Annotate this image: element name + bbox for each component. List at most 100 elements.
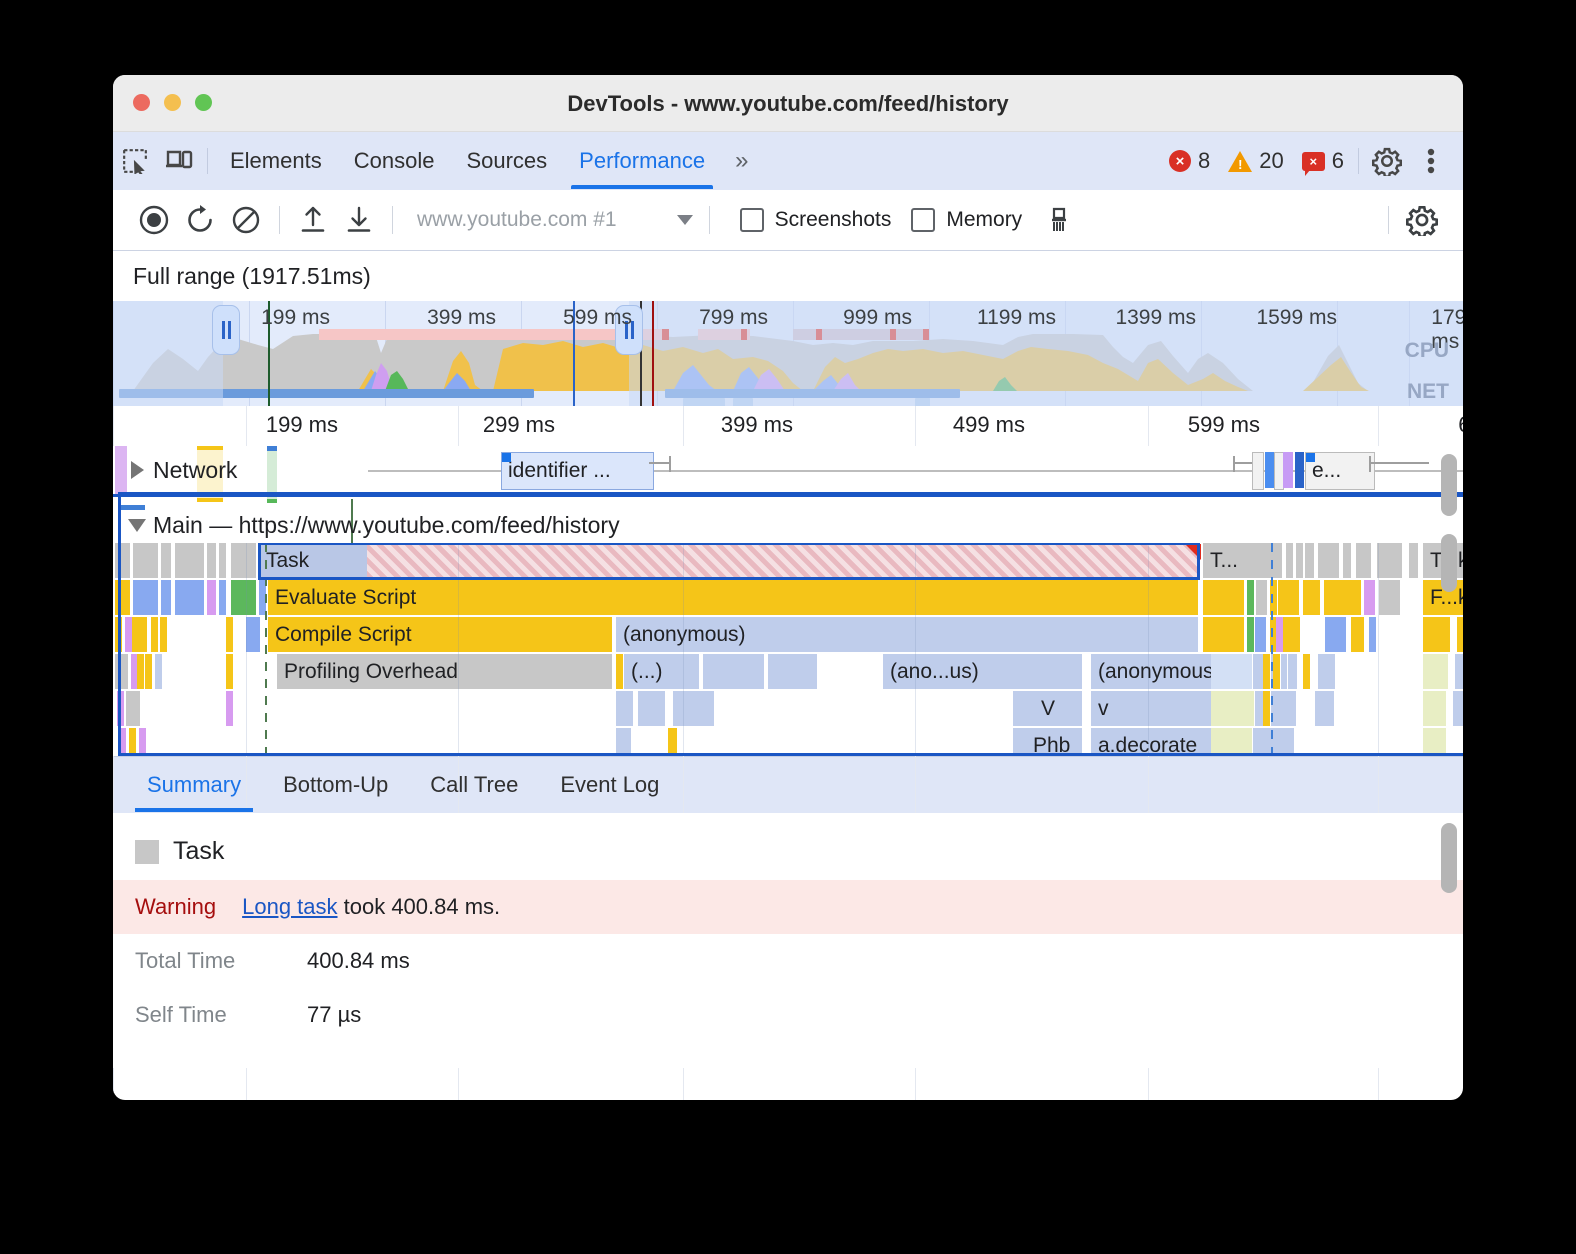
tab-event-log[interactable]: Event Log xyxy=(542,758,677,812)
flame-bar[interactable] xyxy=(1296,543,1304,578)
flame-bar[interactable] xyxy=(253,617,261,652)
summary-scrollbar-thumb[interactable] xyxy=(1441,823,1457,893)
flame-bar[interactable] xyxy=(115,654,129,689)
inspect-element-icon[interactable] xyxy=(113,139,157,183)
flame-bar[interactable] xyxy=(1305,543,1315,578)
timeline-tracks[interactable]: Network identifier ... e... Main — https… xyxy=(113,446,1463,756)
kebab-menu-icon[interactable] xyxy=(1409,139,1453,183)
flame-bar[interactable] xyxy=(1318,654,1336,689)
flame-chart[interactable]: Task T... T...k xyxy=(113,543,1463,756)
long-task-link[interactable]: Long task xyxy=(242,894,337,919)
flame-bar[interactable] xyxy=(231,543,257,578)
tracks-scrollbar-thumb[interactable] xyxy=(1441,454,1457,516)
flame-bar[interactable] xyxy=(1283,728,1295,756)
flame-bar[interactable] xyxy=(1423,654,1449,689)
tab-sources[interactable]: Sources xyxy=(450,133,563,189)
flame-bar[interactable] xyxy=(1263,691,1271,726)
flame-bar[interactable] xyxy=(1324,580,1362,615)
flame-bar[interactable] xyxy=(616,654,624,689)
flame-bar[interactable] xyxy=(207,580,217,615)
flame-bar[interactable] xyxy=(1457,617,1463,652)
flame-bar[interactable] xyxy=(668,728,678,756)
tab-summary[interactable]: Summary xyxy=(129,758,259,812)
gear-icon[interactable] xyxy=(1365,139,1409,183)
flame-bar[interactable] xyxy=(1247,617,1255,652)
track-network[interactable]: Network identifier ... e... xyxy=(113,446,1463,494)
flame-bar[interactable] xyxy=(673,691,715,726)
flame-bar[interactable] xyxy=(638,691,666,726)
flame-bar-evaluate-script[interactable]: Evaluate Script xyxy=(268,580,1199,615)
flame-bar[interactable] xyxy=(1453,691,1463,726)
flame-bar-phb[interactable]: Phb xyxy=(1013,728,1083,756)
flame-bar[interactable] xyxy=(115,617,123,652)
flame-bar[interactable] xyxy=(1315,691,1335,726)
flame-bar[interactable] xyxy=(1356,543,1372,578)
flame-bar[interactable] xyxy=(137,654,145,689)
flame-bar[interactable] xyxy=(115,580,131,615)
flame-bar[interactable] xyxy=(175,543,205,578)
flame-bar-dots[interactable]: (...) xyxy=(624,654,700,689)
flame-bar[interactable] xyxy=(155,654,163,689)
flame-bar[interactable] xyxy=(1455,654,1463,689)
flame-bar[interactable] xyxy=(226,654,234,689)
tab-call-tree[interactable]: Call Tree xyxy=(412,758,536,812)
more-tabs-icon[interactable]: » xyxy=(721,147,760,175)
upload-icon[interactable] xyxy=(290,197,336,243)
network-request-pill-2[interactable]: e... xyxy=(1305,452,1375,490)
tab-performance[interactable]: Performance xyxy=(563,133,721,189)
flame-bar[interactable] xyxy=(133,580,159,615)
flame-bar[interactable] xyxy=(768,654,818,689)
flame-bar[interactable] xyxy=(1273,654,1281,689)
flame-bar[interactable] xyxy=(219,580,227,615)
flame-bar[interactable] xyxy=(1263,654,1271,689)
flame-bar[interactable] xyxy=(1379,580,1401,615)
memory-checkbox[interactable]: Memory xyxy=(911,208,1022,232)
warning-counter[interactable]: ! 20 xyxy=(1222,148,1289,174)
flame-bar[interactable] xyxy=(175,580,205,615)
flame-bar[interactable] xyxy=(1211,728,1253,756)
flame-bar[interactable] xyxy=(1423,691,1447,726)
flame-bar[interactable] xyxy=(703,654,765,689)
flame-bar[interactable] xyxy=(1351,617,1365,652)
flame-bar[interactable] xyxy=(1211,654,1253,689)
flame-bar[interactable] xyxy=(219,543,227,578)
flame-bar[interactable] xyxy=(1303,580,1321,615)
flame-bar-ano-us[interactable]: (ano...us) xyxy=(883,654,1083,689)
flame-bar[interactable] xyxy=(1255,617,1267,652)
flame-bar[interactable] xyxy=(1343,543,1352,578)
flame-bar[interactable] xyxy=(1303,654,1311,689)
flame-bar[interactable] xyxy=(1278,580,1300,615)
tab-console[interactable]: Console xyxy=(338,133,451,189)
error-counter[interactable]: × 8 xyxy=(1163,148,1216,174)
network-expander-icon[interactable] xyxy=(127,460,147,480)
tracks-scrollbar-thumb-2[interactable] xyxy=(1441,534,1457,592)
flame-bar[interactable] xyxy=(1283,617,1301,652)
flame-bar-anonymous-2[interactable]: (anonymous) xyxy=(1091,654,1288,689)
collect-garbage-icon[interactable] xyxy=(1036,197,1082,243)
flame-bar[interactable] xyxy=(1203,617,1245,652)
flame-bar[interactable] xyxy=(115,543,131,578)
flame-bar[interactable] xyxy=(133,543,159,578)
flame-bar[interactable] xyxy=(161,543,172,578)
flame-bar-profiling-overhead[interactable]: Profiling Overhead xyxy=(277,654,613,689)
screenshots-checkbox[interactable]: Screenshots xyxy=(740,208,892,232)
flame-bar-v-upper[interactable]: V xyxy=(1013,691,1083,726)
track-main[interactable]: Main — https://www.youtube.com/feed/hist… xyxy=(113,494,1463,543)
flame-bar-a-decorate[interactable]: a.decorate xyxy=(1091,728,1288,756)
flame-bar-compile-script[interactable]: Compile Script xyxy=(268,617,613,652)
flame-bar[interactable] xyxy=(133,691,141,726)
flame-bar[interactable] xyxy=(616,691,634,726)
flame-bar[interactable] xyxy=(161,580,172,615)
flame-bar[interactable] xyxy=(1364,580,1376,615)
overview-minimap[interactable]: 199 ms 399 ms 599 ms 799 ms 999 ms 1199 … xyxy=(113,301,1463,406)
main-expander-icon[interactable] xyxy=(127,515,147,535)
network-request-pill-1[interactable]: identifier ... xyxy=(501,452,654,490)
profile-select[interactable]: www.youtube.com #1 xyxy=(403,208,693,232)
flame-bar[interactable] xyxy=(1369,617,1377,652)
tab-bottom-up[interactable]: Bottom-Up xyxy=(265,758,406,812)
flame-bar[interactable] xyxy=(1288,654,1298,689)
flame-bar[interactable] xyxy=(231,580,257,615)
flame-bar[interactable] xyxy=(1423,728,1447,756)
flame-bar[interactable] xyxy=(226,691,234,726)
device-toolbar-icon[interactable] xyxy=(157,139,201,183)
